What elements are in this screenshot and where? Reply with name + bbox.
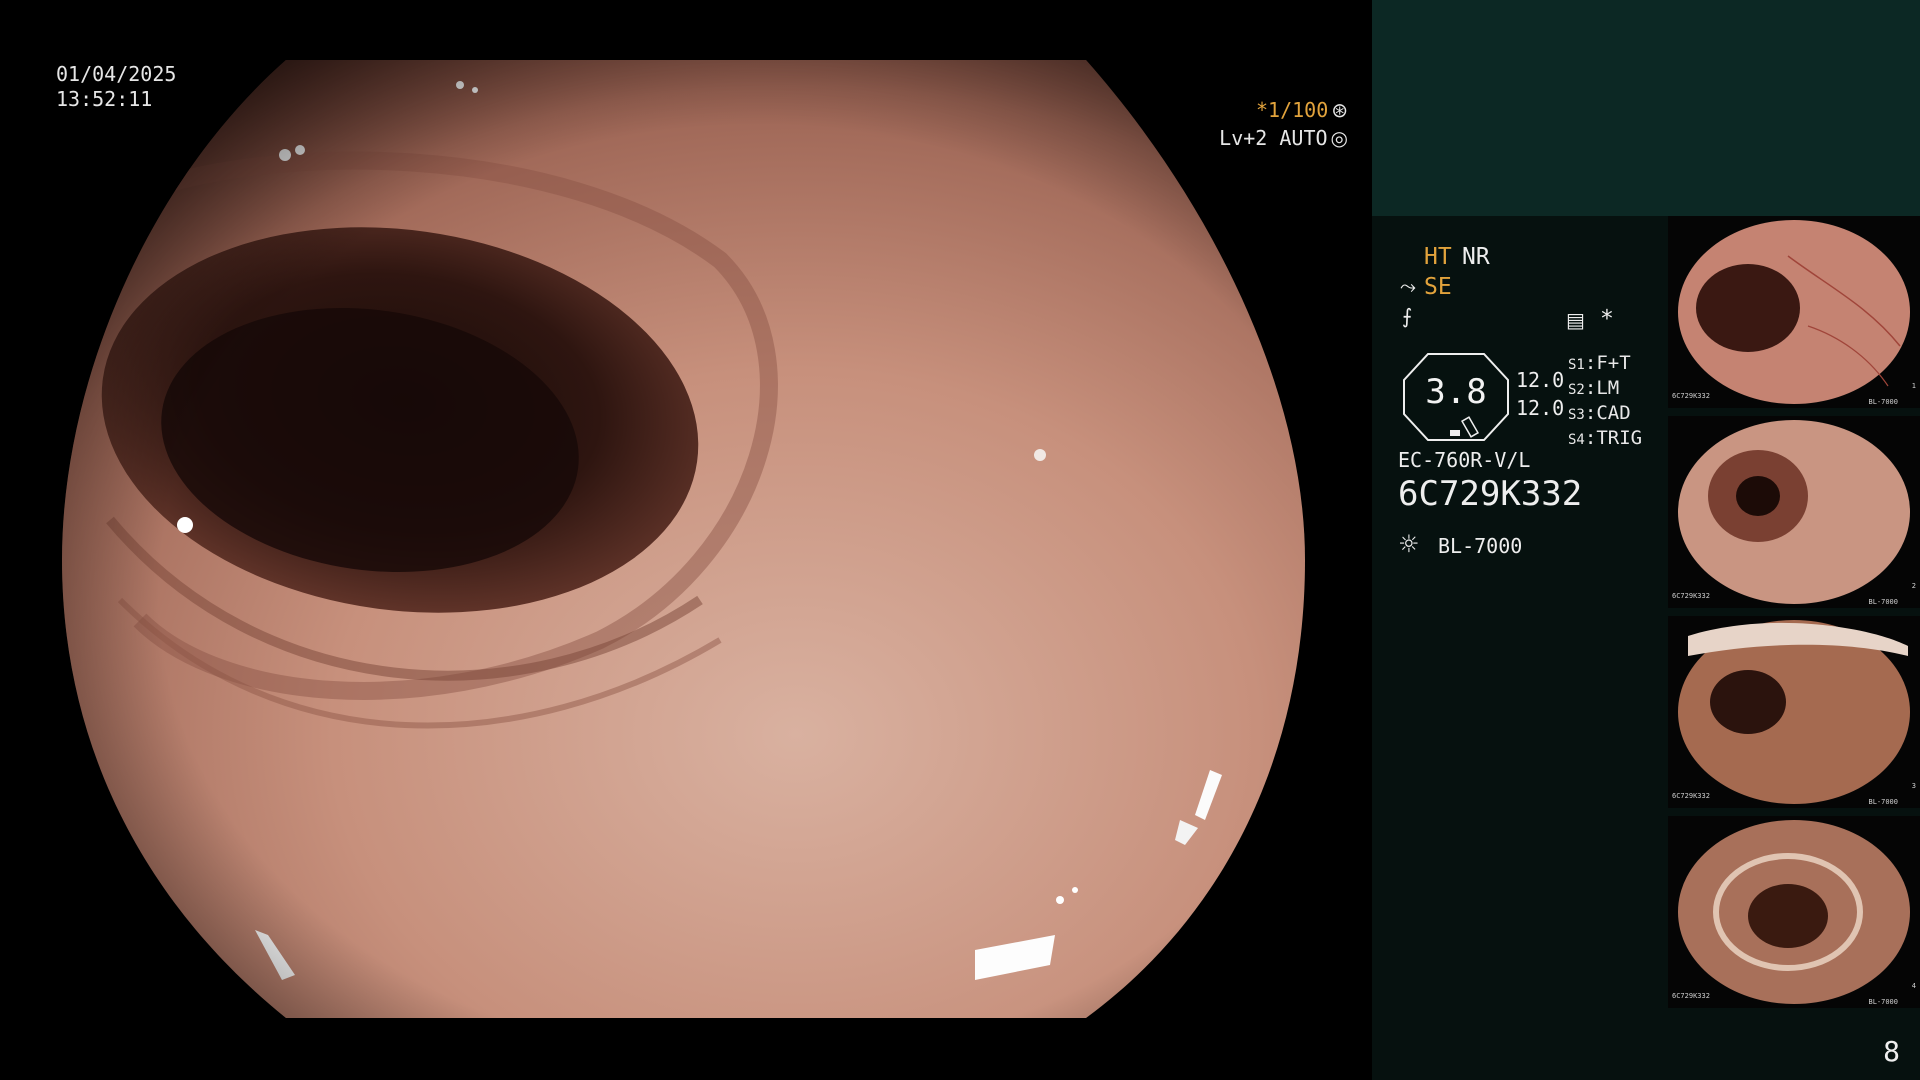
shutter-display: *1/100 ⊛ bbox=[1256, 98, 1348, 123]
side-value-1: 12.0 bbox=[1516, 368, 1565, 392]
thumbnail-light: BL-7000 bbox=[1868, 998, 1898, 1006]
iris-icon: ◎ bbox=[1330, 126, 1348, 150]
aperture-icon: ⊛ bbox=[1331, 98, 1348, 122]
switch-item: S4:TRIG bbox=[1568, 427, 1643, 449]
page-number: 8 bbox=[1883, 1035, 1900, 1068]
switch-list: S1:F+T S2:LM S3:CAD S4:TRIG bbox=[1568, 352, 1642, 452]
thumbnail-number: 4 bbox=[1911, 982, 1916, 990]
switch-item: S2:LM bbox=[1568, 377, 1620, 399]
thumbnail-serial: 6C729K332 bbox=[1672, 792, 1710, 800]
thumbnail-serial: 6C729K332 bbox=[1672, 992, 1710, 1000]
light-source-label: BL-7000 bbox=[1438, 534, 1523, 558]
thumbnail-number: 2 bbox=[1911, 582, 1916, 590]
date-time-display: 01/04/2025 13:52:11 bbox=[56, 62, 176, 112]
thumbnail-image bbox=[1668, 816, 1920, 1008]
endoscope-view: 01/04/2025 13:52:11 *1/100 ⊛ Lv+2 AUTO ◎ bbox=[0, 0, 1372, 1080]
shutter-label: *1/100 bbox=[1255, 98, 1329, 122]
ht-label: HT bbox=[1424, 244, 1452, 270]
status-panel: HT NR ⤳ SE ⨍ ▤ * 3.8 12.0 12.0 S1:F+T S2… bbox=[1372, 216, 1668, 1080]
nr-label: NR bbox=[1462, 244, 1490, 270]
freeze-icon: ⨍ bbox=[1402, 304, 1413, 328]
thumbnail-light: BL-7000 bbox=[1868, 598, 1898, 606]
gauge-value: 3.8 bbox=[1425, 372, 1487, 412]
thumbnail-number: 1 bbox=[1911, 382, 1916, 390]
side-value-2: 12.0 bbox=[1516, 396, 1565, 420]
se-label: SE bbox=[1424, 274, 1452, 300]
light-source-icon: ☼ bbox=[1398, 530, 1420, 558]
sidebar-header-panel bbox=[1372, 0, 1920, 216]
structure-enhance-icon: ⤳ bbox=[1400, 274, 1416, 298]
scope-serial: 6C729K332 bbox=[1398, 474, 1583, 514]
thumbnail-strip: 6C729K332 BL-7000 1 6C729K332 BL-7000 2 … bbox=[1668, 216, 1920, 1016]
scope-model: EC-760R-V/L bbox=[1398, 448, 1531, 472]
thumbnail-item[interactable]: 6C729K332 BL-7000 1 bbox=[1668, 216, 1920, 408]
time-label: 13:52:11 bbox=[56, 87, 153, 111]
endoscopic-image bbox=[62, 60, 1305, 1018]
sidebar: HT NR ⤳ SE ⨍ ▤ * 3.8 12.0 12.0 S1:F+T S2… bbox=[1372, 0, 1920, 1080]
asterisk-label: * bbox=[1600, 306, 1614, 332]
thumbnail-number: 3 bbox=[1911, 782, 1916, 790]
thumbnail-image bbox=[1668, 416, 1920, 608]
thumbnail-light: BL-7000 bbox=[1868, 398, 1898, 406]
thumbnail-item[interactable]: 6C729K332 BL-7000 4 bbox=[1668, 816, 1920, 1008]
switch-item: S1:F+T bbox=[1568, 352, 1631, 374]
level-label: Lv+2 AUTO bbox=[1219, 126, 1328, 150]
level-display: Lv+2 AUTO ◎ bbox=[1219, 126, 1348, 151]
switch-item: S3:CAD bbox=[1568, 402, 1631, 424]
thumbnail-serial: 6C729K332 bbox=[1672, 392, 1710, 400]
thumbnail-image bbox=[1668, 616, 1920, 808]
thumbnail-serial: 6C729K332 bbox=[1672, 592, 1710, 600]
thumbnail-light: BL-7000 bbox=[1868, 798, 1898, 806]
settings-panel-icon: ▤ bbox=[1566, 308, 1585, 332]
thumbnail-item[interactable]: 6C729K332 BL-7000 3 bbox=[1668, 616, 1920, 808]
thumbnail-image bbox=[1668, 216, 1920, 408]
thumbnail-item[interactable]: 6C729K332 BL-7000 2 bbox=[1668, 416, 1920, 608]
date-label: 01/04/2025 bbox=[56, 62, 177, 86]
